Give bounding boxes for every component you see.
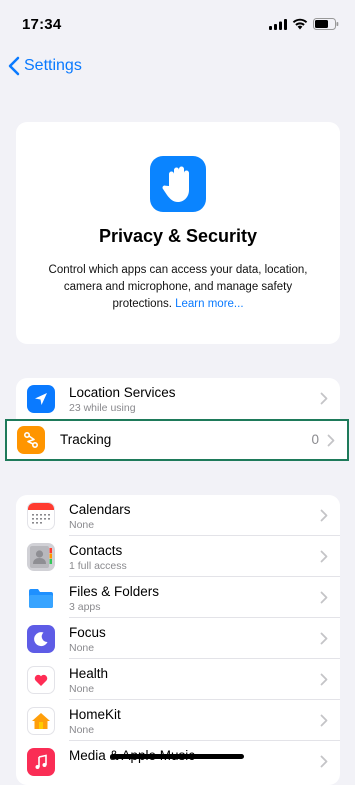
contacts-icon	[27, 543, 55, 571]
location-services-row[interactable]: Location Services 23 while using	[16, 378, 340, 419]
battery-icon	[313, 18, 339, 30]
app-permissions-group: Calendars None Contacts 1 full access Fi…	[16, 495, 340, 785]
list-item-title: Focus	[69, 625, 106, 640]
chevron-right-icon	[320, 550, 328, 563]
list-item-subtitle: None	[69, 683, 95, 695]
privacy-hero-card: Privacy & Security Control which apps ca…	[16, 122, 340, 344]
list-item-subtitle: 1 full access	[69, 560, 127, 572]
chevron-right-icon	[320, 591, 328, 604]
music-icon	[27, 748, 55, 776]
chevron-right-icon	[320, 714, 328, 727]
hero-description: Control which apps can access your data,…	[38, 262, 318, 313]
page-title: Privacy & Security	[98, 226, 258, 246]
list-item-subtitle: None	[69, 724, 95, 736]
location-services-label: Location Services	[69, 385, 176, 400]
list-item-title: Files & Folders	[69, 584, 160, 599]
list-item-title: Calendars	[69, 502, 131, 517]
list-item-subtitle: None	[69, 642, 95, 654]
folder-icon	[27, 584, 55, 612]
back-button[interactable]: Settings	[8, 56, 82, 76]
list-item-homekit[interactable]: HomeKit None	[16, 700, 340, 741]
tracking-count: 0	[311, 432, 319, 447]
list-item-files-folders[interactable]: Files & Folders 3 apps	[16, 577, 340, 618]
list-item-health[interactable]: Health None	[16, 659, 340, 700]
location-arrow-icon	[27, 385, 55, 413]
chevron-right-icon	[320, 392, 328, 405]
chevron-right-icon	[320, 755, 328, 768]
privacy-hand-icon	[150, 156, 206, 212]
list-item-title: HomeKit	[69, 707, 121, 722]
list-item-title: Health	[69, 666, 109, 681]
calendar-icon	[27, 502, 55, 530]
list-item-subtitle: None	[69, 519, 95, 531]
chevron-right-icon	[320, 632, 328, 645]
tracking-row[interactable]: Tracking 0	[5, 419, 349, 461]
home-indicator[interactable]	[110, 754, 244, 759]
status-bar: 17:34	[0, 0, 355, 48]
cellular-signal-icon	[269, 18, 287, 30]
list-item-focus[interactable]: Focus None	[16, 618, 340, 659]
tracking-icon	[17, 426, 45, 454]
wifi-icon	[292, 18, 308, 30]
list-item-subtitle: 3 apps	[69, 601, 101, 613]
list-item-title: Contacts	[69, 543, 123, 558]
chevron-left-icon	[8, 56, 20, 76]
chevron-right-icon	[320, 673, 328, 686]
chevron-right-icon	[320, 509, 328, 522]
back-label: Settings	[24, 57, 82, 74]
learn-more-link[interactable]: Learn more...	[175, 298, 243, 310]
location-services-subtitle: 23 while using	[69, 402, 136, 414]
list-item-contacts[interactable]: Contacts 1 full access	[16, 536, 340, 577]
list-item-media-apple-music[interactable]: Media & Apple Music	[16, 741, 340, 782]
list-item-calendars[interactable]: Calendars None	[16, 495, 340, 536]
status-icons	[269, 18, 339, 30]
home-icon	[27, 707, 55, 735]
chevron-right-icon	[327, 434, 335, 447]
heart-icon	[27, 666, 55, 694]
tracking-label: Tracking	[60, 432, 112, 447]
moon-icon	[27, 625, 55, 653]
status-time: 17:34	[22, 16, 62, 33]
